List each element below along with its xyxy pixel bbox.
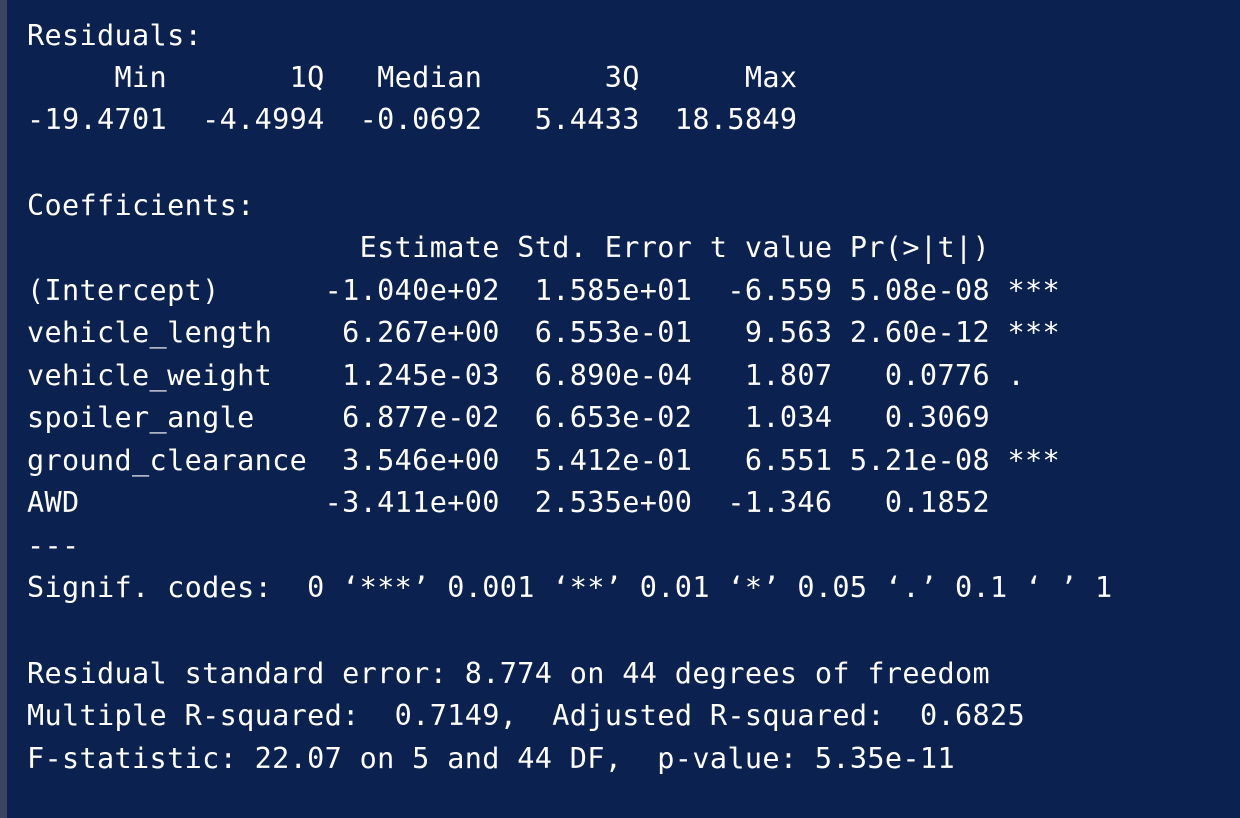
signif-codes-line: Signif. codes: 0 ‘***’ 0.001 ‘**’ 0.01 ‘… — [27, 571, 1113, 604]
r-squared-line: Multiple R-squared: 0.7149, Adjusted R-s… — [27, 699, 1025, 732]
coefficient-row-vehicle-weight: vehicle_weight 1.245e-03 6.890e-04 1.807… — [27, 359, 1025, 392]
coefficients-header-row: Estimate Std. Error t value Pr(>|t|) — [27, 231, 990, 264]
coefficient-row-ground-clearance: ground_clearance 3.546e+00 5.412e-01 6.5… — [27, 444, 1060, 477]
coefficient-row-spoiler-angle: spoiler_angle 6.877e-02 6.653e-02 1.034 … — [27, 401, 990, 434]
f-statistic-line: F-statistic: 22.07 on 5 and 44 DF, p-val… — [27, 742, 955, 775]
coefficients-heading: Coefficients: — [27, 189, 255, 222]
residual-standard-error-line: Residual standard error: 8.774 on 44 deg… — [27, 657, 990, 690]
residuals-header-row: Min 1Q Median 3Q Max — [27, 61, 798, 94]
r-console-output: Residuals: Min 1Q Median 3Q Max -19.4701… — [0, 0, 1240, 818]
coefficient-row-vehicle-length: vehicle_length 6.267e+00 6.553e-01 9.563… — [27, 316, 1060, 349]
residuals-values-row: -19.4701 -4.4994 -0.0692 5.4433 18.5849 — [27, 103, 798, 136]
residuals-heading: Residuals: — [27, 19, 203, 52]
separator-line: --- — [27, 529, 80, 562]
coefficient-row-intercept: (Intercept) -1.040e+02 1.585e+01 -6.559 … — [27, 274, 1060, 307]
coefficient-row-awd: AWD -3.411e+00 2.535e+00 -1.346 0.1852 — [27, 486, 990, 519]
